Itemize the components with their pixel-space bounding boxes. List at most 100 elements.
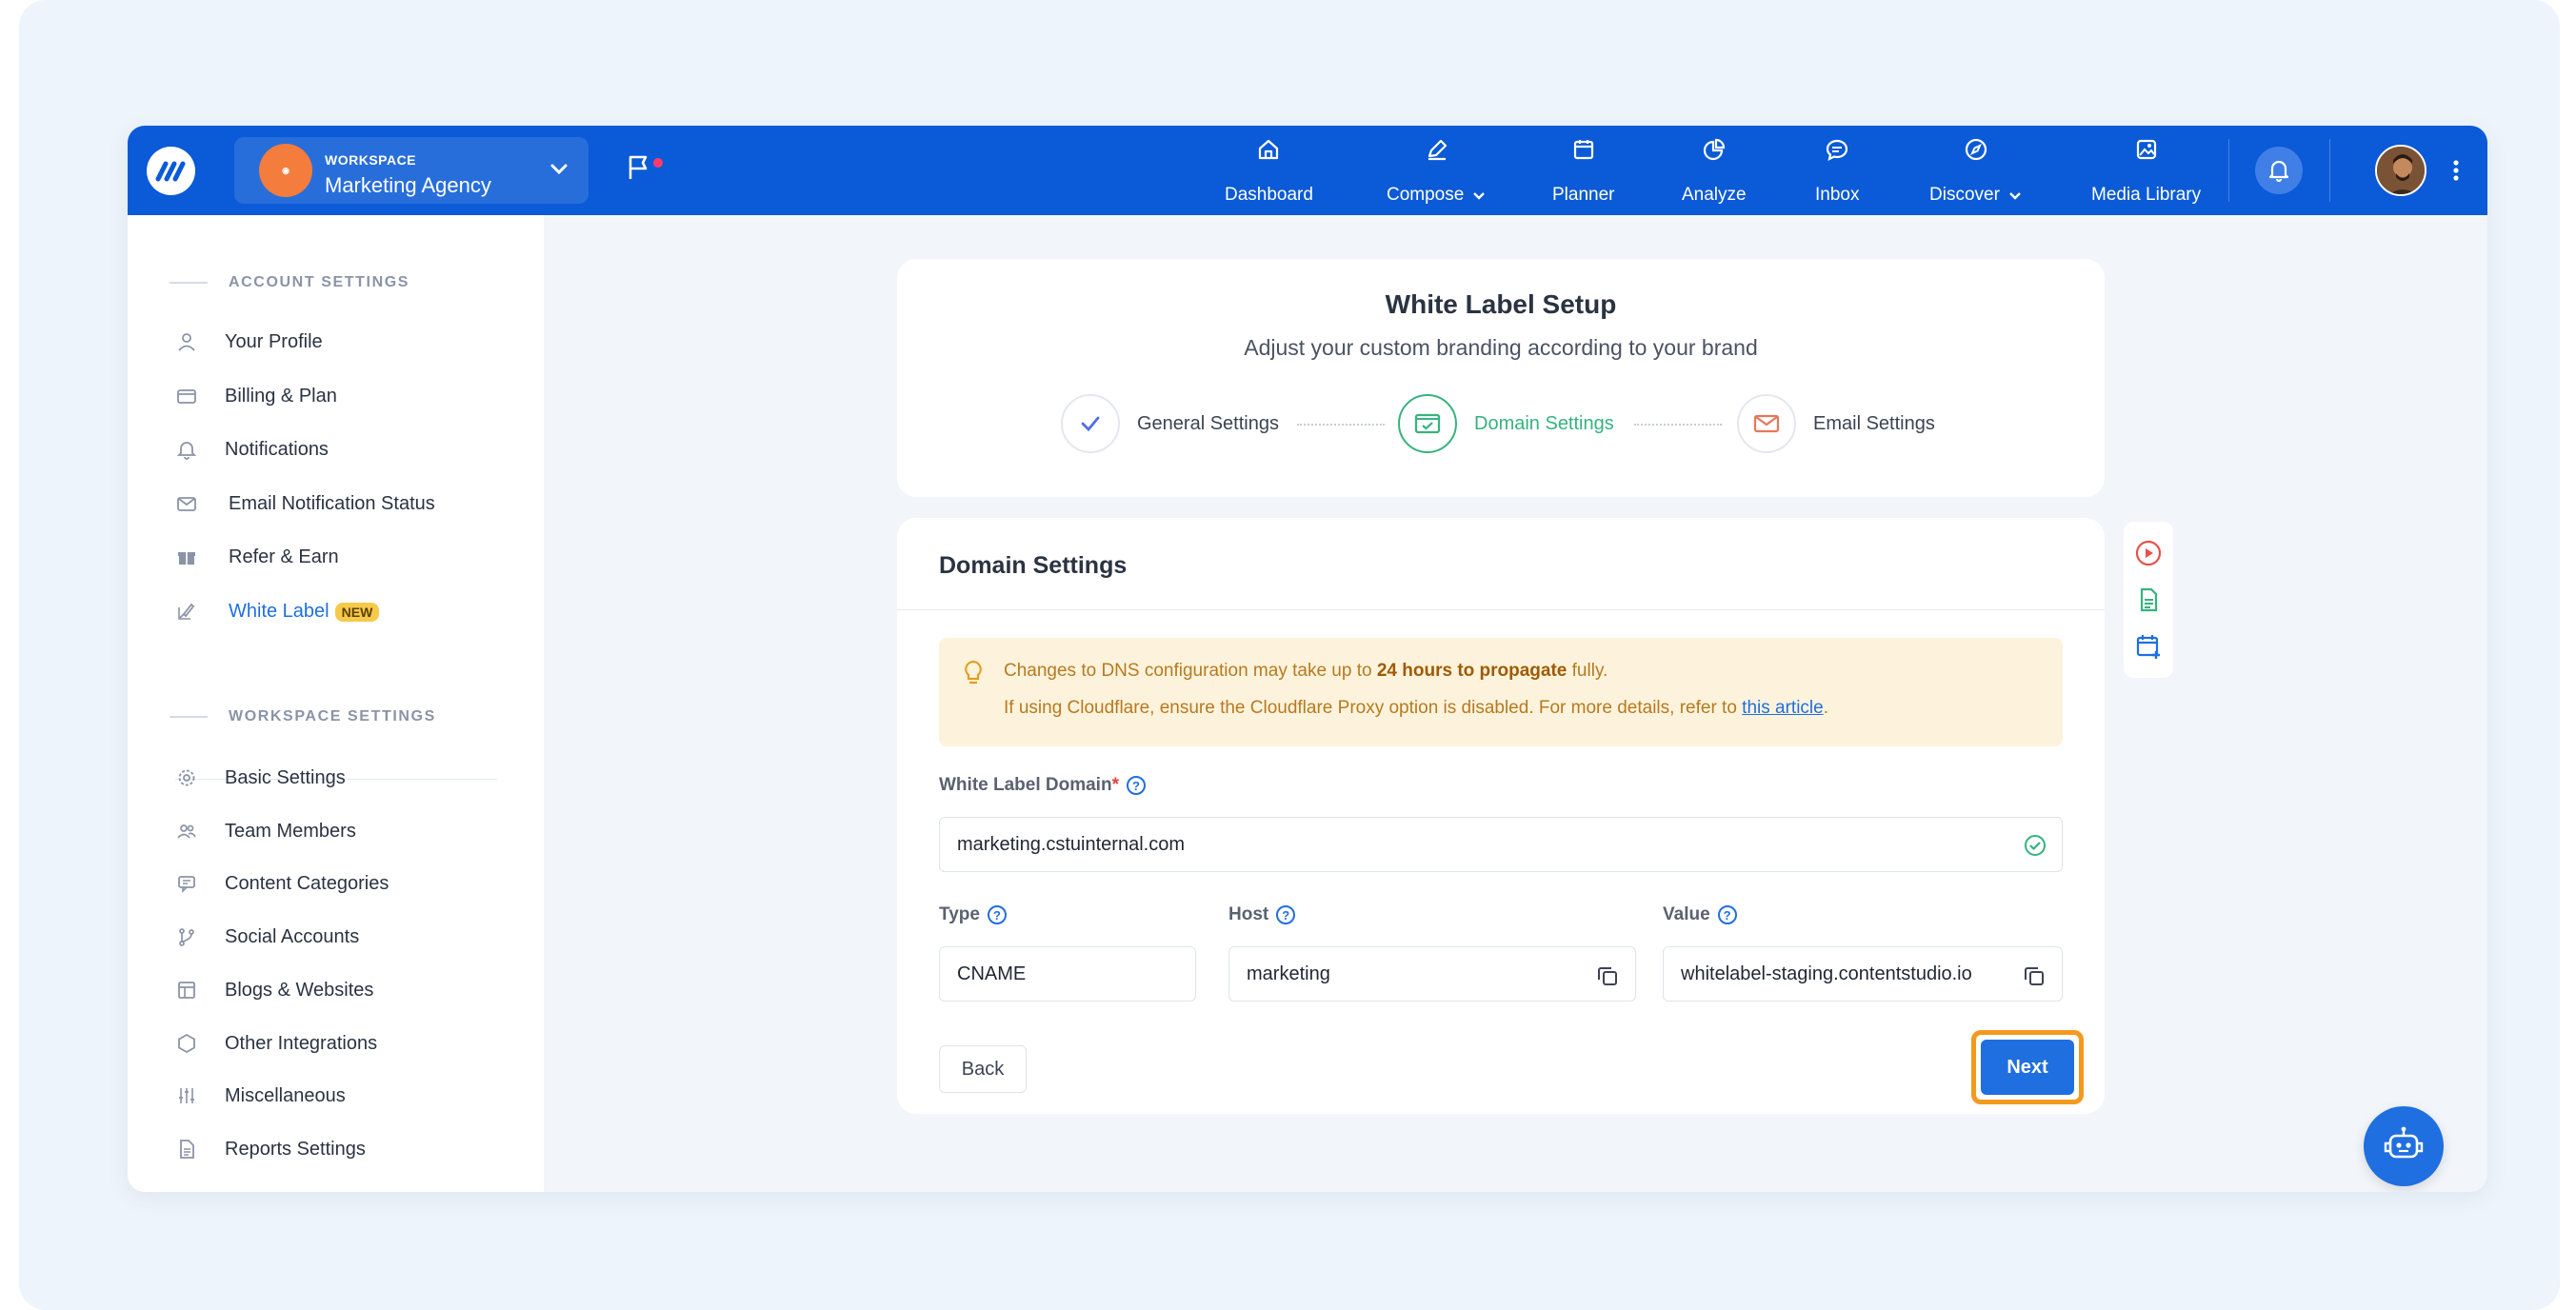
help-icon[interactable]: ? (1126, 776, 1146, 795)
sidebar-item-blogs-websites[interactable]: Blogs & Websites (175, 976, 373, 1004)
copy-icon[interactable] (2022, 963, 2047, 988)
sidebar-item-label: Miscellaneous (225, 1084, 346, 1106)
app-logo[interactable] (147, 147, 195, 195)
workspace-switcher[interactable]: ◉ WORKSPACE Marketing Agency (234, 137, 589, 204)
help-icon[interactable]: ? (1276, 905, 1296, 924)
chevron-down-icon (2009, 192, 2021, 200)
sidebar-item-label: Your Profile (225, 330, 323, 352)
layout-icon (178, 982, 195, 999)
compass-icon (1965, 138, 1987, 161)
brush-icon (178, 603, 195, 620)
gift-icon (178, 552, 195, 565)
nav-discover[interactable]: Discover (1929, 137, 2023, 206)
logo-icon (155, 161, 185, 181)
sidebar-item-white-label[interactable]: White Label NEW (175, 597, 380, 625)
sidebar-item-miscellaneous[interactable]: Miscellaneous (175, 1082, 346, 1110)
sidebar-item-label: Billing & Plan (225, 385, 337, 407)
domain-settings-card: Domain Settings Changes to DNS configura… (897, 518, 2105, 1114)
users-icon (177, 824, 196, 839)
alert-line-1: Changes to DNS configuration may take up… (1004, 661, 1608, 681)
sidebar-item-content-categories[interactable]: Content Categories (175, 869, 389, 898)
mail-icon (177, 497, 196, 511)
step-general-settings[interactable]: General Settings (1061, 394, 1279, 453)
step-label: General Settings (1137, 412, 1279, 434)
nav-separator (2329, 139, 2330, 202)
top-navbar: ◉ WORKSPACE Marketing Agency Dashboard C… (128, 126, 2487, 215)
sidebar-item-label: Email Notification Status (229, 492, 435, 514)
nav-media-library-label: Media Library (2091, 185, 2202, 205)
nav-analyze-label: Analyze (1682, 185, 1747, 205)
gear-icon (178, 769, 195, 786)
card-icon (177, 389, 196, 404)
type-label: Type ? (939, 904, 1007, 925)
screenshot-frame: ◉ WORKSPACE Marketing Agency Dashboard C… (19, 0, 2560, 1310)
nav-planner-label: Planner (1552, 185, 1615, 205)
this-article-link[interactable]: this article (1742, 698, 1824, 718)
sidebar-item-label: White Label (229, 600, 329, 622)
notification-dot (653, 158, 663, 168)
value-field[interactable]: whitelabel-staging.contentstudio.io (1663, 946, 2063, 1002)
host-field[interactable]: marketing (1228, 946, 1636, 1002)
chevron-down-icon (550, 164, 568, 175)
nav-inbox-label: Inbox (1815, 185, 1860, 205)
notifications-button[interactable] (2255, 147, 2303, 194)
copy-icon[interactable] (1595, 963, 1620, 988)
user-avatar[interactable] (2375, 145, 2426, 196)
sidebar-item-notifications[interactable]: Notifications (175, 435, 329, 464)
domain-check-icon (1414, 413, 1441, 434)
nav-analyze[interactable]: Analyze (1682, 137, 1747, 206)
settings-sidebar: ACCOUNT SETTINGS Your Profile Billing & … (128, 215, 544, 1192)
document-icon[interactable] (2134, 586, 2163, 614)
more-vertical-icon[interactable] (2451, 154, 2461, 187)
flag-icon[interactable] (627, 154, 651, 181)
robot-icon (2384, 1126, 2424, 1159)
setup-title: White Label Setup (1385, 289, 1617, 319)
sidebar-item-label: Other Integrations (225, 1032, 378, 1054)
next-button[interactable]: Next (1981, 1040, 2074, 1095)
sidebar-item-label: Notifications (225, 438, 329, 460)
sidebar-item-label: Basic Settings (225, 766, 346, 788)
step-domain-settings[interactable]: Domain Settings (1398, 394, 1614, 453)
white-label-domain-label: White Label Domain* ? (939, 775, 1146, 796)
step-email-settings[interactable]: Email Settings (1737, 394, 1935, 453)
workspace-name: Marketing Agency (325, 173, 491, 197)
nav-dashboard[interactable]: Dashboard (1225, 137, 1313, 206)
sidebar-item-your-profile[interactable]: Your Profile (175, 328, 323, 356)
nav-separator (2228, 139, 2229, 202)
home-icon (1259, 139, 1279, 160)
sidebar-item-email-notification-status[interactable]: Email Notification Status (175, 489, 435, 518)
check-icon (1081, 416, 1100, 432)
image-icon (2136, 139, 2156, 160)
step-label: Domain Settings (1474, 412, 1614, 434)
nav-compose-label: Compose (1387, 185, 1465, 205)
sidebar-item-refer-earn[interactable]: Refer & Earn (175, 543, 339, 571)
sidebar-item-team-members[interactable]: Team Members (175, 817, 356, 845)
help-icon[interactable]: ? (1717, 905, 1737, 924)
workspace-avatar: ◉ (259, 144, 312, 197)
sidebar-item-billing[interactable]: Billing & Plan (175, 382, 337, 410)
bell-icon (2268, 160, 2289, 183)
chatbot-button[interactable] (2364, 1106, 2444, 1186)
sidebar-item-label: Team Members (225, 820, 356, 842)
nav-planner[interactable]: Planner (1552, 137, 1615, 206)
host-label: Host ? (1228, 904, 1296, 925)
calendar-icon (1573, 140, 1593, 160)
white-label-domain-input[interactable]: marketing.cstuinternal.com (939, 817, 2063, 872)
back-button[interactable]: Back (939, 1045, 1027, 1093)
calendar-add-icon[interactable] (2134, 632, 2163, 661)
check-circle-icon (2025, 835, 2046, 856)
play-video-icon[interactable] (2134, 539, 2163, 567)
card-divider (897, 609, 2105, 610)
sidebar-item-reports-settings[interactable]: Reports Settings (175, 1135, 366, 1163)
sidebar-item-label: Refer & Earn (229, 546, 339, 567)
help-icon[interactable]: ? (987, 905, 1007, 924)
pie-chart-icon (1703, 138, 1725, 161)
category-icon (178, 876, 195, 893)
nav-compose[interactable]: Compose (1387, 137, 1487, 206)
nav-media-library[interactable]: Media Library (2091, 137, 2201, 206)
sidebar-item-other-integrations[interactable]: Other Integrations (175, 1029, 377, 1058)
sidebar-item-social-accounts[interactable]: Social Accounts (175, 923, 359, 951)
type-field[interactable]: CNAME (939, 946, 1196, 1002)
nav-inbox[interactable]: Inbox (1815, 137, 1859, 206)
sidebar-item-basic-settings[interactable]: Basic Settings (175, 764, 346, 792)
